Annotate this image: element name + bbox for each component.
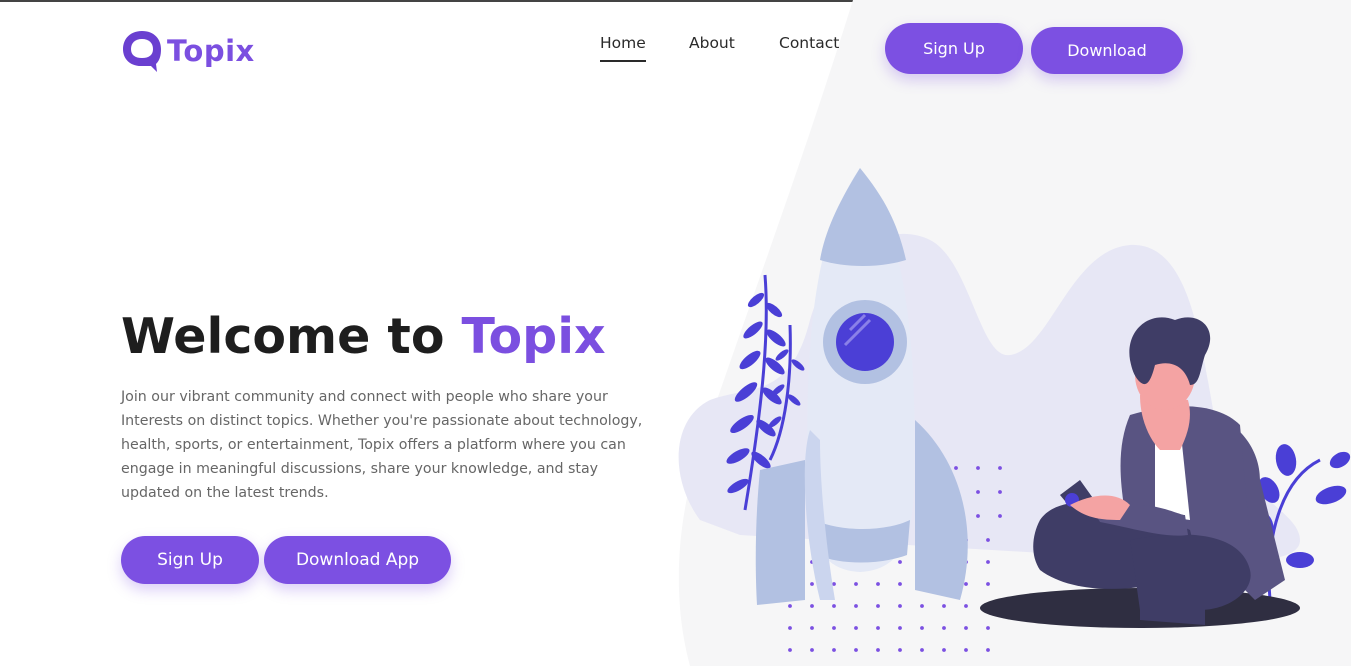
pattern-dot [788,648,792,652]
pattern-dot [898,604,902,608]
hero-signup-button[interactable]: Sign Up [121,536,259,584]
pattern-dot [898,582,902,586]
nav-home[interactable]: Home [600,33,646,62]
pattern-dot [964,626,968,630]
pattern-dot [876,648,880,652]
pattern-dot [832,626,836,630]
nav-contact[interactable]: Contact [779,33,839,53]
pattern-dot [854,604,858,608]
pattern-dot [986,626,990,630]
pattern-dot [876,582,880,586]
pattern-dot [976,490,980,494]
pattern-dot [810,582,814,586]
pattern-dot [788,626,792,630]
pattern-dot [986,582,990,586]
pattern-dot [898,626,902,630]
pattern-dot [832,648,836,652]
pattern-dot [964,582,968,586]
header-signup-button[interactable]: Sign Up [885,23,1023,74]
header-download-button[interactable]: Download [1031,27,1183,74]
pattern-dot [998,466,1002,470]
pattern-dot [876,626,880,630]
pattern-dot [898,648,902,652]
pattern-dot [810,604,814,608]
pattern-dot [998,514,1002,518]
pattern-dot [920,626,924,630]
pattern-dot [854,626,858,630]
hero-description: Join our vibrant community and connect w… [121,389,643,501]
pattern-dot [898,560,902,564]
pattern-dot [788,604,792,608]
pattern-dot [832,604,836,608]
pattern-dot [832,582,836,586]
pattern-dot [854,648,858,652]
chat-bubble-logo-icon [123,31,161,72]
pattern-dot [854,582,858,586]
hero-title-brand: Topix [461,308,606,365]
pattern-dot [942,626,946,630]
pattern-dot [964,648,968,652]
pattern-dot [976,514,980,518]
pattern-dot [810,648,814,652]
pattern-dot [986,648,990,652]
hero-download-app-button[interactable]: Download App [264,536,451,584]
pattern-dot [942,604,946,608]
hero-title: Welcome to Topix [121,306,606,368]
hero-illustration [678,168,1351,652]
nav-about[interactable]: About [689,33,735,53]
pattern-dot [998,490,1002,494]
pattern-dot [920,648,924,652]
pattern-dot [986,538,990,542]
pattern-dot [876,604,880,608]
pattern-dot [920,604,924,608]
pattern-dot [976,466,980,470]
brand-logo[interactable]: Topix [121,28,255,74]
pattern-dot [810,626,814,630]
pattern-dot [964,604,968,608]
pattern-dot [942,648,946,652]
pattern-dot [954,466,958,470]
brand-name: Topix [167,33,255,68]
pattern-dot [986,560,990,564]
hero-title-prefix: Welcome to [121,308,462,365]
